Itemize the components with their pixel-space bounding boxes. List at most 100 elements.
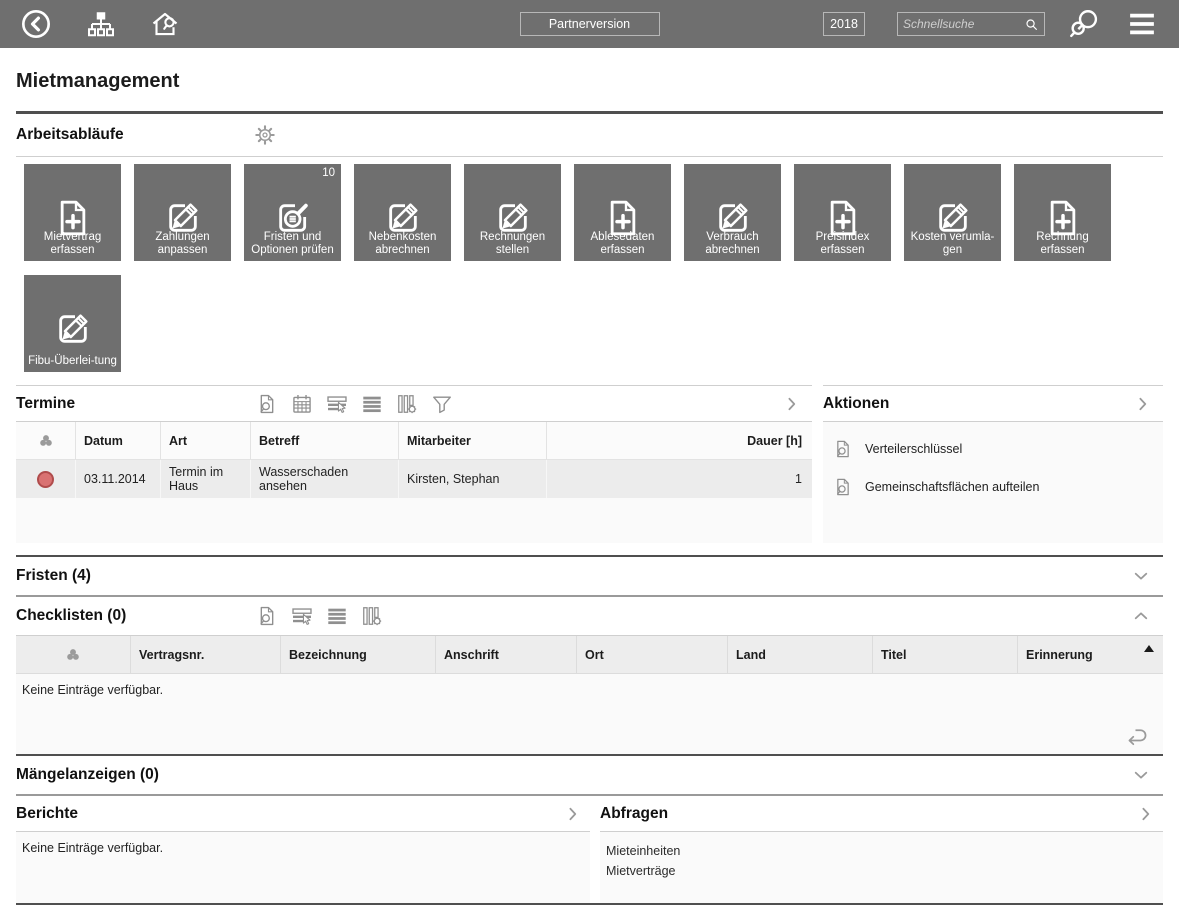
sitemap-button[interactable] — [86, 9, 116, 39]
status-column-header[interactable] — [16, 422, 75, 459]
tile-verbrauch-abrechnen[interactable]: Verbrauch abrechnen — [684, 164, 781, 261]
column-header-land[interactable]: Land — [727, 636, 872, 673]
column-header-anschrift[interactable]: Anschrift — [435, 636, 576, 673]
solid-rows-icon — [361, 393, 383, 415]
sort-ascending-icon[interactable] — [1144, 645, 1154, 652]
partnerversion-button[interactable]: Partnerversion — [520, 12, 660, 36]
chevron-right-icon — [1137, 805, 1155, 823]
workflows-settings-button[interactable] — [253, 123, 277, 147]
columns-gear-icon — [361, 605, 383, 627]
reset-button[interactable] — [1124, 724, 1150, 750]
filter-button[interactable] — [431, 393, 453, 415]
column-header-datum[interactable]: Datum — [75, 422, 160, 459]
cell-betreff: Wasserschaden ansehen — [250, 460, 398, 498]
topbar: Partnerversion 2018 — [0, 0, 1179, 48]
tile-zahlungen-anpassen[interactable]: Zahlungen anpassen — [134, 164, 231, 261]
chevron-down-icon — [1132, 567, 1150, 585]
column-header-bezeichnung[interactable]: Bezeichnung — [280, 636, 435, 673]
termine-toolbar — [256, 393, 453, 415]
cell-art: Termin im Haus — [160, 460, 250, 498]
abfrage-mietvertraege[interactable]: Mietverträge — [606, 861, 675, 881]
maengelanzeigen-expand-button[interactable] — [1132, 766, 1150, 784]
list-view-button[interactable] — [326, 605, 348, 627]
termine-empty-area — [16, 498, 812, 543]
rows-cursor-icon — [326, 393, 348, 415]
empty-text: Keine Einträge verfügbar. — [22, 683, 163, 697]
clover-icon — [38, 433, 54, 449]
section-checklisten: Checklisten (0) Vertragsnr. Bezeichnung … — [16, 597, 1163, 754]
return-arrow-icon — [1124, 724, 1150, 750]
cell-datum: 03.11.2014 — [75, 460, 160, 498]
tile-badge-count: 10 — [322, 167, 335, 179]
column-settings-button[interactable] — [361, 605, 383, 627]
section-abfragen: Abfragen Mieteinheiten Mietverträge — [600, 796, 1163, 903]
preview-button[interactable] — [256, 393, 278, 415]
search-icon[interactable] — [1024, 17, 1039, 32]
house-search-icon — [150, 9, 180, 39]
termine-title: Termine — [16, 395, 75, 413]
berichte-empty-area: Keine Einträge verfügbar. — [16, 832, 590, 903]
home-search-button[interactable] — [150, 9, 180, 39]
tile-preisindex-erfassen[interactable]: Preisindex erfassen — [794, 164, 891, 261]
solid-rows-icon — [326, 605, 348, 627]
column-header-art[interactable]: Art — [160, 422, 250, 459]
column-header-titel[interactable]: Titel — [872, 636, 1017, 673]
aktionen-open-button[interactable] — [1134, 395, 1152, 413]
search-input[interactable] — [903, 17, 1024, 31]
quick-search-box[interactable] — [897, 12, 1045, 36]
berichte-open-button[interactable] — [564, 805, 582, 823]
back-button[interactable] — [20, 8, 52, 40]
menu-button[interactable] — [1123, 9, 1161, 39]
section-maengelanzeigen: Mängelanzeigen (0) — [16, 756, 1163, 794]
workflow-tiles: Mietvertrag erfassen Zahlungen anpassen … — [16, 157, 1163, 385]
maengelanzeigen-title: Mängelanzeigen (0) — [16, 766, 159, 784]
document-search-icon — [256, 393, 278, 415]
column-header-mitarbeiter[interactable]: Mitarbeiter — [398, 422, 546, 459]
status-column-header[interactable] — [16, 636, 130, 673]
tile-mietvertrag-erfassen[interactable]: Mietvertrag erfassen — [24, 164, 121, 261]
select-rows-button[interactable] — [291, 605, 313, 627]
fristen-expand-button[interactable] — [1132, 567, 1150, 585]
clover-icon — [65, 647, 81, 663]
termine-open-button[interactable] — [783, 395, 801, 413]
abfragen-open-button[interactable] — [1137, 805, 1155, 823]
advanced-search-button[interactable] — [1067, 7, 1101, 41]
termine-table-header: Datum Art Betreff Mitarbeiter Dauer [h] — [16, 422, 812, 460]
chevron-down-icon — [1132, 766, 1150, 784]
tile-fristen-optionen-pruefen[interactable]: 10Fristen und Optionen prüfen — [244, 164, 341, 261]
termine-table-row[interactable]: 03.11.2014 Termin im Haus Wasserschaden … — [16, 460, 812, 498]
columns-gear-icon — [396, 393, 418, 415]
aktion-verteilerschluessel[interactable]: Verteilerschlüssel — [823, 430, 1163, 468]
preview-button[interactable] — [256, 605, 278, 627]
year-button[interactable]: 2018 — [823, 12, 865, 36]
checklisten-title: Checklisten (0) — [16, 607, 126, 625]
list-view-button[interactable] — [361, 393, 383, 415]
abfrage-mieteinheiten[interactable]: Mieteinheiten — [606, 841, 680, 861]
select-rows-button[interactable] — [326, 393, 348, 415]
column-header-erinnerung[interactable]: Erinnerung — [1017, 636, 1163, 673]
tile-nebenkosten-abrechnen[interactable]: Nebenkosten abrechnen — [354, 164, 451, 261]
checklisten-collapse-button[interactable] — [1132, 607, 1150, 625]
cell-mitarbeiter: Kirsten, Stephan — [398, 460, 546, 498]
aktion-gemeinschaftsflaechen[interactable]: Gemeinschaftsflächen aufteilen — [823, 468, 1163, 506]
column-header-dauer[interactable]: Dauer [h] — [546, 422, 812, 459]
column-header-vertragsnr[interactable]: Vertragsnr. — [130, 636, 280, 673]
column-settings-button[interactable] — [396, 393, 418, 415]
menu-icon — [1123, 9, 1161, 39]
column-header-ort[interactable]: Ort — [576, 636, 727, 673]
checklisten-table-header: Vertragsnr. Bezeichnung Anschrift Ort La… — [16, 636, 1163, 674]
status-dot-red — [37, 471, 54, 488]
tile-rechnungen-stellen[interactable]: Rechnungen stellen — [464, 164, 561, 261]
checklisten-empty-area: Keine Einträge verfügbar. — [16, 674, 1163, 754]
tile-kosten-verumlagen[interactable]: Kosten verumla-gen — [904, 164, 1001, 261]
tile-rechnung-erfassen[interactable]: Rechnung erfassen — [1014, 164, 1111, 261]
back-circle-icon — [20, 8, 52, 40]
column-header-betreff[interactable]: Betreff — [250, 422, 398, 459]
tile-ablesedaten-erfassen[interactable]: Ablesedaten erfassen — [574, 164, 671, 261]
abfragen-title: Abfragen — [600, 805, 668, 823]
calendar-button[interactable] — [291, 393, 313, 415]
fristen-title: Fristen (4) — [16, 567, 91, 585]
tile-fibu-ueberleitung[interactable]: Fibu-Überlei-tung — [24, 275, 121, 372]
abfragen-list: Mieteinheiten Mietverträge — [600, 832, 1163, 903]
chevron-right-icon — [564, 805, 582, 823]
